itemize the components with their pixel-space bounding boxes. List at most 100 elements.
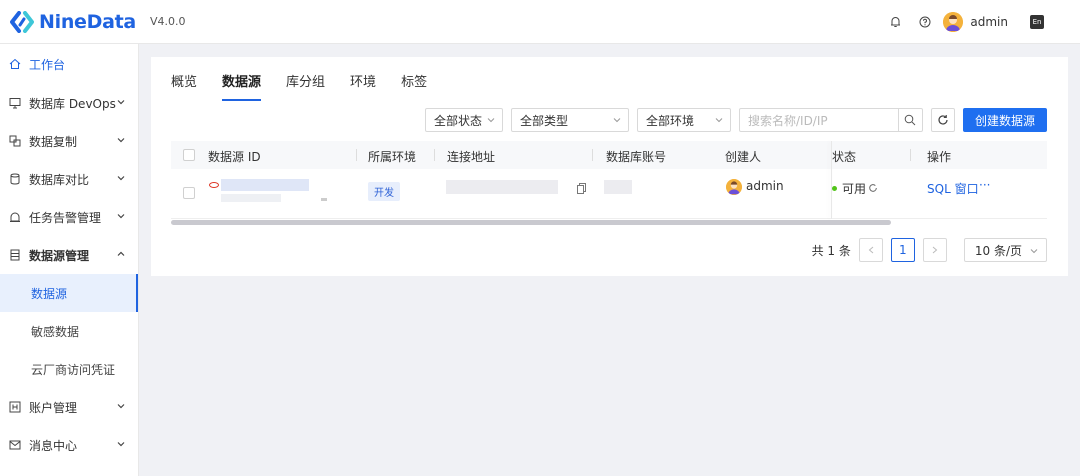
column-header-account: 数据库账号: [606, 150, 667, 164]
chevron-down-icon: [613, 118, 621, 123]
env-tag: 开发: [368, 182, 400, 201]
sidebar-item-alarm[interactable]: 任务告警管理: [0, 198, 138, 236]
sidebar-subitem-sensitive-data[interactable]: 敏感数据: [0, 312, 138, 350]
creator-avatar: [726, 179, 742, 195]
devops-icon: [8, 97, 21, 110]
page-number-button[interactable]: 1: [890, 238, 915, 262]
sidebar-item-devops[interactable]: 数据库 DevOps: [0, 84, 138, 122]
user-avatar[interactable]: [943, 12, 964, 32]
create-datasource-button[interactable]: 创建数据源: [962, 108, 1047, 132]
chevron-left-icon: [868, 246, 874, 254]
column-header-creator: 创建人: [725, 150, 762, 164]
chevron-down-icon: [117, 138, 125, 143]
tab-bar: 概览 数据源 库分组 环境 标签: [171, 71, 452, 101]
sidebar-item-label: 工作台: [29, 57, 66, 72]
sidebar-subitem-cloud-credentials[interactable]: 云厂商访问凭证: [0, 350, 138, 388]
sidebar-item-account[interactable]: 账户管理: [0, 388, 138, 426]
chevron-down-icon: [715, 118, 723, 123]
alarm-icon: [8, 211, 21, 224]
search-button[interactable]: [898, 108, 923, 132]
sql-window-link[interactable]: SQL 窗口: [927, 180, 979, 197]
table-header: 数据源 ID 所属环境 连接地址 数据库账号 创建人 状态 操作: [171, 141, 1047, 169]
redacted-connection-address: [446, 180, 558, 194]
brand-name: NineData: [39, 10, 136, 33]
sidebar: 工作台 数据库 DevOps 数据复制 数据库对比 任务告警管理 数据源管理 数…: [0, 44, 139, 476]
type-filter-value: 全部类型: [519, 113, 568, 128]
redacted-datasource-id: [221, 179, 309, 191]
column-header-actions: 操作: [927, 150, 952, 164]
column-header-id: 数据源 ID: [208, 150, 261, 164]
prev-page-button[interactable]: [858, 238, 883, 262]
version-label: V4.0.0: [149, 15, 186, 28]
sidebar-item-label: 数据库 DevOps: [29, 96, 116, 111]
redacted-db-account: [604, 180, 632, 194]
page-size-value: 10 条/页: [974, 243, 1022, 258]
env-filter-select[interactable]: 全部环境: [636, 108, 731, 132]
help-icon[interactable]: [917, 14, 933, 30]
tab-overview[interactable]: 概览: [171, 71, 197, 101]
message-icon: [8, 439, 21, 452]
sidebar-subitem-datasource[interactable]: 数据源: [0, 274, 138, 312]
sidebar-item-compare[interactable]: 数据库对比: [0, 160, 138, 198]
logo-mark-icon: [10, 10, 34, 33]
logo[interactable]: NineData: [10, 10, 136, 33]
datasource-table: 数据源 ID 所属环境 连接地址 数据库账号 创建人 状态 操作 开发 admi…: [171, 141, 1047, 225]
sidebar-item-label: 消息中心: [29, 438, 78, 453]
datasource-card: 概览 数据源 库分组 环境 标签 全部状态 全部类型 全部环境 搜索名称/ID/…: [151, 57, 1068, 276]
chevron-down-icon: [487, 118, 495, 123]
page-size-select[interactable]: 10 条/页: [963, 238, 1047, 262]
pagination: 共 1 条 1 10 条/页: [812, 238, 1047, 262]
row-checkbox[interactable]: [183, 187, 195, 199]
creator-name: admin: [746, 179, 784, 193]
search-icon: [905, 114, 916, 126]
select-all-checkbox[interactable]: [183, 149, 195, 161]
more-actions-icon[interactable]: ···: [979, 178, 990, 192]
sidebar-item-messages[interactable]: 消息中心: [0, 426, 138, 464]
tab-db-group[interactable]: 库分组: [286, 71, 325, 101]
status-filter-value: 全部状态: [433, 113, 482, 128]
sidebar-item-workbench[interactable]: 工作台: [0, 44, 138, 84]
replicate-icon: [8, 135, 21, 148]
status-text: 可用: [842, 182, 867, 196]
sidebar-item-label: 数据源管理: [29, 248, 90, 263]
column-divider: [592, 149, 593, 161]
tab-datasource[interactable]: 数据源: [222, 71, 262, 101]
home-icon: [8, 58, 21, 71]
chevron-down-icon: [117, 404, 125, 409]
column-divider: [910, 149, 911, 161]
chevron-down-icon: [117, 176, 125, 181]
sidebar-item-label: 数据库对比: [29, 172, 90, 187]
column-divider: [434, 149, 435, 161]
copy-icon[interactable]: [577, 183, 586, 197]
status-refresh-icon[interactable]: [868, 182, 878, 196]
user-name[interactable]: admin: [970, 15, 1008, 29]
chevron-down-icon: [117, 100, 125, 105]
refresh-button[interactable]: [930, 108, 955, 132]
filter-bar: 全部状态 全部类型 全部环境 搜索名称/ID/IP 创建数据源: [417, 108, 1047, 132]
top-bar: NineData V4.0.0 admin En: [0, 0, 1080, 44]
next-page-button[interactable]: [922, 238, 947, 262]
type-filter-select[interactable]: 全部类型: [510, 108, 629, 132]
compare-icon: [8, 173, 21, 186]
ellipsis-mark: [321, 198, 327, 201]
sidebar-item-datasource-management[interactable]: 数据源管理: [0, 236, 138, 274]
chevron-down-icon: [1030, 249, 1038, 254]
sidebar-item-label: 数据复制: [29, 134, 78, 149]
chevron-down-icon: [117, 214, 125, 219]
horizontal-scrollbar[interactable]: [171, 220, 891, 225]
sidebar-item-replication[interactable]: 数据复制: [0, 122, 138, 160]
redacted-datasource-name: [221, 194, 281, 202]
datasource-icon: [8, 249, 21, 262]
total-count: 共 1 条: [811, 243, 851, 258]
tab-environment[interactable]: 环境: [350, 71, 376, 101]
bell-icon[interactable]: [887, 14, 903, 30]
search-input[interactable]: 搜索名称/ID/IP: [738, 108, 899, 132]
column-header-status: 状态: [832, 150, 857, 164]
table-row[interactable]: 开发 admin 可用 SQL 窗口 ···: [171, 169, 1047, 219]
tab-tags[interactable]: 标签: [401, 71, 427, 101]
status-ok-dot: [832, 186, 837, 191]
language-switch-icon[interactable]: En: [1030, 15, 1044, 29]
chevron-down-icon: [117, 442, 125, 447]
status-filter-select[interactable]: 全部状态: [424, 108, 503, 132]
env-filter-value: 全部环境: [645, 113, 694, 128]
